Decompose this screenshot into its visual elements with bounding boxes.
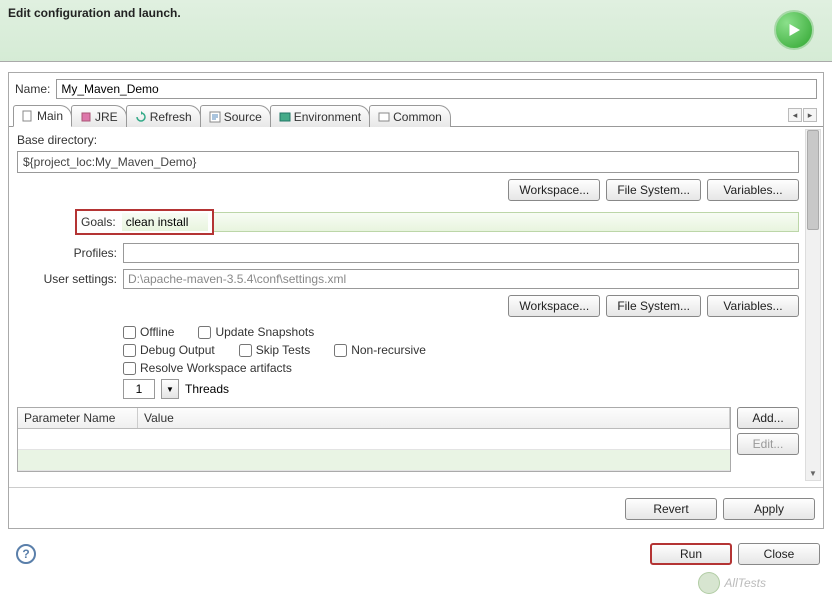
tab-environment[interactable]: Environment xyxy=(270,105,370,127)
user-settings-input[interactable] xyxy=(123,269,799,289)
common-icon xyxy=(378,111,390,123)
source-icon xyxy=(209,111,221,123)
refresh-icon xyxy=(135,111,147,123)
variables-button[interactable]: Variables... xyxy=(707,179,799,201)
jre-icon xyxy=(80,111,92,123)
threads-dropdown[interactable]: ▼ xyxy=(161,379,179,399)
user-settings-label: User settings: xyxy=(17,272,123,286)
help-icon[interactable]: ? xyxy=(16,544,36,564)
tab-body-main: ▲ ▼ Base directory: Workspace... File Sy… xyxy=(9,127,823,483)
vertical-scrollbar[interactable]: ▲ ▼ xyxy=(805,129,821,481)
threads-input[interactable] xyxy=(123,379,155,399)
param-col-value[interactable]: Value xyxy=(138,408,730,428)
apply-button[interactable]: Apply xyxy=(723,498,815,520)
environment-icon xyxy=(279,111,291,123)
name-label: Name: xyxy=(15,82,50,96)
tab-label: Refresh xyxy=(150,110,192,124)
tab-scroll-left[interactable]: ◂ xyxy=(788,108,802,122)
doc-icon xyxy=(22,110,34,122)
table-row[interactable] xyxy=(18,429,730,450)
param-col-name[interactable]: Parameter Name xyxy=(18,408,138,428)
watermark-icon xyxy=(698,572,720,594)
table-row[interactable] xyxy=(18,450,730,471)
tab-common[interactable]: Common xyxy=(369,105,451,127)
run-icon xyxy=(774,10,814,50)
profiles-input[interactable] xyxy=(123,243,799,263)
workspace-button[interactable]: Workspace... xyxy=(508,179,600,201)
non-recursive-check[interactable]: Non-recursive xyxy=(334,343,426,357)
watermark: AllTests xyxy=(698,572,766,594)
tab-label: Main xyxy=(37,109,63,123)
tab-scroll-controls: ◂ ▸ xyxy=(788,108,817,122)
tab-label: Source xyxy=(224,110,262,124)
profiles-label: Profiles: xyxy=(17,246,123,260)
scroll-down-arrow[interactable]: ▼ xyxy=(806,466,820,480)
tab-label: Common xyxy=(393,110,442,124)
tab-label: JRE xyxy=(95,110,118,124)
tab-jre[interactable]: JRE xyxy=(71,105,127,127)
threads-label: Threads xyxy=(185,382,229,396)
name-input[interactable] xyxy=(56,79,817,99)
tab-bar: Main JRE Refresh Source Environment Comm… xyxy=(9,105,823,127)
edit-param-button: Edit... xyxy=(737,433,799,455)
update-snapshots-check[interactable]: Update Snapshots xyxy=(198,325,314,339)
dialog-title: Edit configuration and launch. xyxy=(8,6,181,20)
resolve-ws-check[interactable]: Resolve Workspace artifacts xyxy=(123,361,292,375)
tab-main[interactable]: Main xyxy=(13,105,72,127)
config-panel: Name: Main JRE Refresh Source Envi xyxy=(8,72,824,529)
goals-input-ext[interactable] xyxy=(214,212,799,232)
tab-scroll-right[interactable]: ▸ xyxy=(803,108,817,122)
debug-output-check[interactable]: Debug Output xyxy=(123,343,215,357)
scroll-thumb[interactable] xyxy=(807,130,819,230)
base-dir-label: Base directory: xyxy=(17,133,799,147)
filesystem-button-2[interactable]: File System... xyxy=(606,295,701,317)
revert-button[interactable]: Revert xyxy=(625,498,717,520)
base-dir-input[interactable] xyxy=(17,151,799,173)
close-button[interactable]: Close xyxy=(738,543,820,565)
variables-button-2[interactable]: Variables... xyxy=(707,295,799,317)
goals-label: Goals: xyxy=(81,215,122,229)
filesystem-button[interactable]: File System... xyxy=(606,179,701,201)
workspace-button-2[interactable]: Workspace... xyxy=(508,295,600,317)
skip-tests-check[interactable]: Skip Tests xyxy=(239,343,310,357)
param-table: Parameter Name Value xyxy=(17,407,731,472)
dialog-header: Edit configuration and launch. xyxy=(0,0,832,62)
goals-highlight: Goals: xyxy=(75,209,214,235)
param-rows[interactable] xyxy=(18,429,730,471)
offline-check[interactable]: Offline xyxy=(123,325,174,339)
goals-input[interactable] xyxy=(122,213,208,231)
add-param-button[interactable]: Add... xyxy=(737,407,799,429)
tab-source[interactable]: Source xyxy=(200,105,271,127)
tab-refresh[interactable]: Refresh xyxy=(126,105,201,127)
tab-label: Environment xyxy=(294,110,361,124)
run-button[interactable]: Run xyxy=(650,543,732,565)
